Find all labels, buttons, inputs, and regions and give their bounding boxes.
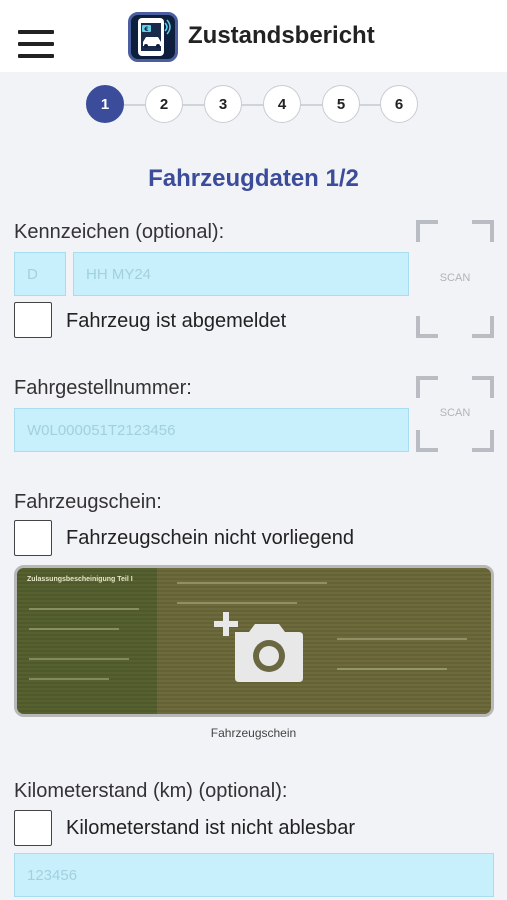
plate-number-input[interactable]: HH MY24 bbox=[73, 252, 409, 296]
doc-text-line bbox=[29, 628, 119, 630]
hamburger-menu-icon[interactable] bbox=[18, 30, 54, 58]
mileage-not-readable-label: Kilometerstand ist nicht ablesbar bbox=[66, 817, 356, 839]
scan-frame-corner bbox=[472, 220, 494, 242]
doc-text-line bbox=[29, 608, 139, 610]
deregistered-checkbox[interactable] bbox=[14, 302, 52, 338]
step-1[interactable]: 1 bbox=[86, 85, 124, 123]
mileage-not-readable-checkbox[interactable] bbox=[14, 810, 52, 846]
scan-frame-corner bbox=[472, 376, 494, 398]
scan-frame-corner bbox=[416, 316, 438, 338]
step-3[interactable]: 3 bbox=[204, 85, 242, 123]
section-title: Fahrzeugdaten 1/2 bbox=[148, 165, 359, 192]
doc-text-line bbox=[177, 602, 297, 604]
step-4[interactable]: 4 bbox=[263, 85, 301, 123]
progress-stepper: 1 2 3 4 5 6 bbox=[86, 85, 420, 123]
vin-label: Fahrgestellnummer: bbox=[14, 377, 192, 399]
doc-text-line bbox=[29, 658, 129, 660]
license-plate-label: Kennzeichen (optional): bbox=[14, 221, 225, 243]
doc-text-line bbox=[337, 668, 447, 670]
scan-frame-corner bbox=[416, 430, 438, 452]
doc-photo-header: Zulassungsbescheinigung Teil I bbox=[27, 576, 133, 583]
top-app-bar: € Zustandsbericht bbox=[0, 0, 507, 72]
doc-text-line bbox=[337, 638, 467, 640]
step-2[interactable]: 2 bbox=[145, 85, 183, 123]
doc-text-line bbox=[29, 678, 109, 680]
scan-frame-corner bbox=[416, 376, 438, 398]
scan-label: SCAN bbox=[439, 407, 471, 419]
app-logo-icon: € bbox=[128, 12, 178, 62]
registration-doc-photo[interactable]: Zulassungsbescheinigung Teil I bbox=[14, 565, 494, 717]
doc-photo-right-panel bbox=[157, 568, 491, 714]
doc-photo-caption: Fahrzeugschein bbox=[210, 726, 297, 740]
doc-not-present-checkbox[interactable] bbox=[14, 520, 52, 556]
plate-scan-button[interactable]: SCAN bbox=[416, 220, 494, 338]
plate-country-input[interactable]: D bbox=[14, 252, 66, 296]
mileage-input[interactable]: 123456 bbox=[14, 853, 494, 897]
app-title: Zustandsbericht bbox=[188, 22, 375, 49]
scan-label: SCAN bbox=[439, 272, 471, 284]
scan-frame-corner bbox=[472, 430, 494, 452]
add-photo-camera-icon[interactable] bbox=[213, 606, 305, 686]
scan-frame-corner bbox=[472, 316, 494, 338]
scan-frame-corner bbox=[416, 220, 438, 242]
vin-scan-button[interactable]: SCAN bbox=[416, 376, 494, 452]
vin-input[interactable]: W0L000051T2123456 bbox=[14, 408, 409, 452]
deregistered-label: Fahrzeug ist abgemeldet bbox=[66, 310, 287, 332]
step-6[interactable]: 6 bbox=[380, 85, 418, 123]
svg-text:€: € bbox=[143, 26, 148, 33]
doc-not-present-label: Fahrzeugschein nicht vorliegend bbox=[66, 527, 354, 549]
doc-photo-left-panel bbox=[17, 568, 157, 714]
step-5[interactable]: 5 bbox=[322, 85, 360, 123]
doc-text-line bbox=[177, 582, 327, 584]
registration-doc-label: Fahrzeugschein: bbox=[14, 491, 162, 513]
mileage-label: Kilometerstand (km) (optional): bbox=[14, 780, 288, 802]
